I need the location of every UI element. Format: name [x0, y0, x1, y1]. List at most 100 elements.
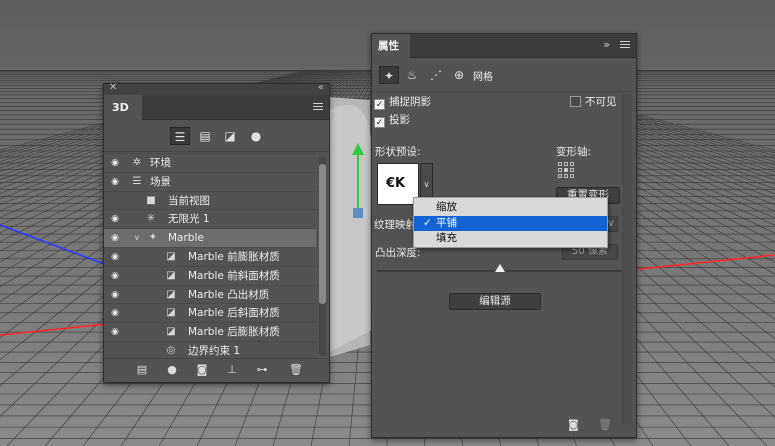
material-icon: ◪: [166, 269, 176, 281]
layer-label: Marble 后斜面材质: [188, 307, 280, 320]
checkbox-label: 捕捉阴影: [389, 96, 431, 108]
gizmo-handle[interactable]: [353, 208, 363, 218]
collapse-icon[interactable]: »: [603, 38, 610, 51]
new-mesh-icon[interactable]: ▤: [134, 363, 150, 376]
checkbox-box[interactable]: [570, 96, 581, 107]
layer-row-scene[interactable]: ◉ ☰ 场景: [104, 171, 316, 192]
3d-panel: ✕ « 3D ☰ ▤ ◪ ● ◉ ✲ 环境 ◉ ☰ 场景 ■ 当前视图 ◉ ✳ …: [103, 82, 330, 383]
mesh-icon: ✦: [148, 232, 158, 244]
layer-label: Marble 后膨胀材质: [188, 326, 280, 339]
menu-item-fill[interactable]: 填充: [414, 231, 607, 247]
menu-item-label: 缩放: [436, 201, 457, 213]
preset-preview-text: €K: [386, 176, 406, 191]
shape-preset-label: 形状预设:: [375, 146, 421, 158]
cast-shadows-checkbox[interactable]: ✓ 投影: [374, 112, 410, 128]
layer-row-current-view[interactable]: ■ 当前视图: [104, 190, 316, 210]
cap-tab-icon[interactable]: ⋰: [426, 66, 446, 84]
deform-axis-label: 变形轴:: [556, 146, 592, 158]
deform-axis-grid[interactable]: [558, 162, 576, 180]
scene-layer-list: ◉ ✲ 环境 ◉ ☰ 场景 ■ 当前视图 ◉ ✳ 无限光 1 ◉ ∨ ✦ Mar…: [104, 153, 316, 360]
properties-type-toolbar: ✦ ♨ ⋰ ⊕ 网格: [372, 58, 636, 92]
visibility-eye-icon[interactable]: ◉: [108, 210, 122, 229]
panel-tab-bar: 3D: [104, 95, 329, 120]
checkbox-label: 不可见: [585, 96, 617, 108]
layer-label: Marble 前斜面材质: [188, 269, 280, 282]
drop-to-ground-icon[interactable]: ⊥: [224, 363, 240, 376]
mesh-tab-icon[interactable]: ✦: [379, 66, 399, 84]
mesh-label: 网格: [473, 72, 493, 83]
visibility-eye-icon[interactable]: ◉: [108, 154, 122, 173]
layer-label: Marble 前膨胀材质: [188, 250, 280, 263]
mesh-filter-icon[interactable]: ▤: [195, 127, 215, 145]
material-icon: ◪: [166, 250, 176, 262]
tab-3d[interactable]: 3D: [104, 95, 142, 120]
texture-mapping-menu: 缩放 ✓ 平铺 填充: [413, 197, 608, 248]
render-icon[interactable]: ◙: [568, 418, 579, 431]
properties-scrollbar[interactable]: [622, 94, 632, 424]
visibility-eye-icon[interactable]: ◉: [108, 248, 122, 267]
layer-row-material[interactable]: ◉ ◪ Marble 后斜面材质: [104, 303, 316, 322]
deform-tab-icon[interactable]: ♨: [402, 66, 422, 84]
chevron-down-icon[interactable]: ∨: [134, 229, 140, 248]
material-icon: ◪: [166, 288, 176, 300]
light-filter-icon[interactable]: ●: [246, 127, 266, 145]
scene-filter-icon[interactable]: ☰: [170, 127, 190, 145]
checkmark-icon[interactable]: ✓: [374, 117, 385, 128]
invisible-checkbox[interactable]: 不可见: [570, 94, 617, 109]
menu-item-label: 填充: [436, 232, 457, 244]
edit-source-button[interactable]: 编辑源: [449, 293, 541, 310]
layer-row-constraint[interactable]: ◎ 边界约束 1: [104, 340, 316, 360]
coordinates-tab-icon[interactable]: ⊕: [449, 66, 469, 84]
scrollbar-thumb[interactable]: [319, 164, 326, 304]
layer-list-scrollbar[interactable]: [319, 156, 326, 356]
layer-label: Marble: [168, 232, 204, 245]
visibility-eye-icon[interactable]: ◉: [108, 267, 122, 286]
tab-properties[interactable]: 属性: [372, 34, 410, 58]
layer-row-material[interactable]: ◉ ◪ Marble 前斜面材质: [104, 265, 316, 286]
filter-toolbar: ☰ ▤ ◪ ●: [104, 120, 329, 152]
visibility-eye-icon[interactable]: ◉: [108, 173, 122, 192]
marble-object-shadow: [330, 105, 372, 352]
visibility-eye-icon[interactable]: ◉: [108, 323, 122, 342]
layer-label: 环境: [150, 157, 171, 169]
layer-row-environment[interactable]: ◉ ✲ 环境: [104, 153, 316, 172]
layer-row-infinite-light[interactable]: ◉ ✳ 无限光 1: [104, 209, 316, 228]
layer-label: Marble 凸出材质: [188, 288, 270, 301]
material-icon: ◪: [166, 307, 176, 319]
layer-label: 无限光 1: [168, 213, 210, 226]
layer-row-material[interactable]: ◉ ◪ Marble 后膨胀材质: [104, 322, 316, 341]
trash-icon[interactable]: 🗑: [288, 363, 304, 376]
panel-tab-bar: 属性 »: [372, 34, 636, 58]
panel-menu-icon[interactable]: [313, 103, 323, 112]
layer-row-material[interactable]: ◉ ◪ Marble 凸出材质: [104, 284, 316, 305]
layer-row-material[interactable]: ◉ ◪ Marble 前膨胀材质: [104, 246, 316, 267]
layer-row-marble[interactable]: ◉ ∨ ✦ Marble: [104, 228, 316, 247]
trash-icon[interactable]: 🗑: [598, 418, 612, 431]
close-icon[interactable]: ✕: [109, 82, 117, 93]
checkmark-icon[interactable]: ✓: [374, 99, 385, 110]
infinite-light-icon: ✳: [146, 213, 156, 225]
menu-item-tile[interactable]: ✓ 平铺: [414, 215, 607, 231]
constraint-add-icon[interactable]: ⊶: [254, 363, 270, 376]
new-light-icon[interactable]: ●: [164, 363, 180, 376]
visibility-eye-icon[interactable]: ◉: [108, 229, 122, 248]
menu-item-scale[interactable]: 缩放: [414, 200, 607, 216]
panel-footer-toolbar: ▤ ● ◙ ⊥ ⊶ 🗑: [104, 358, 329, 382]
collapse-icon[interactable]: «: [318, 82, 324, 93]
panel-title-bar[interactable]: ✕ «: [104, 82, 329, 95]
environment-icon: ✲: [132, 157, 142, 168]
material-filter-icon[interactable]: ◪: [220, 127, 240, 145]
visibility-eye-icon[interactable]: ◉: [108, 304, 122, 323]
catch-shadows-checkbox[interactable]: ✓ 捕捉阴影: [374, 94, 431, 110]
checkbox-label: 投影: [389, 114, 410, 126]
material-icon: ◪: [166, 326, 176, 338]
extrusion-depth-slider-knob[interactable]: [495, 264, 505, 272]
menu-item-label: 平铺: [436, 216, 457, 229]
render-icon[interactable]: ◙: [194, 363, 210, 376]
visibility-eye-icon[interactable]: ◉: [108, 286, 122, 305]
panel-menu-icon[interactable]: [620, 41, 630, 50]
layer-label: 场景: [150, 175, 171, 188]
checkmark-icon: ✓: [423, 216, 432, 229]
layer-label: 当前视图: [168, 194, 210, 207]
scene-icon: ☰: [132, 175, 142, 187]
